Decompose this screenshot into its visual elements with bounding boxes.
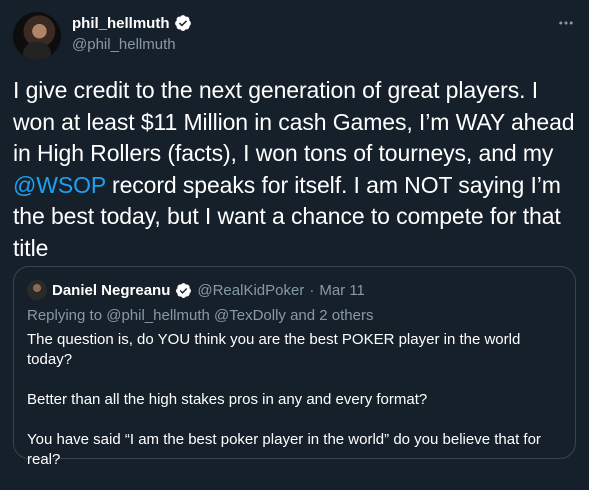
author-display-name[interactable]: phil_hellmuth — [72, 15, 170, 32]
quoted-tweet-header: Daniel Negreanu @RealKidPoker · Mar 11 — [27, 280, 365, 300]
quoted-handle: @RealKidPoker — [197, 281, 305, 299]
more-dots-icon — [559, 21, 573, 25]
quoted-verified-badge-icon — [176, 282, 192, 298]
replying-to: Replying to @phil_hellmuth @TexDolly and… — [27, 307, 374, 324]
avatar[interactable] — [13, 12, 61, 60]
quoted-paragraph: The question is, do YOU think you are th… — [27, 331, 521, 368]
quoted-avatar — [27, 280, 47, 300]
tweet: phil_hellmuth @phil_hellmuth I give cred… — [0, 0, 589, 470]
more-options-icon[interactable] — [555, 14, 577, 32]
mention-link[interactable]: @WSOP — [13, 172, 106, 198]
quoted-display-name: Daniel Negreanu — [52, 281, 171, 299]
quoted-paragraph: You have said “I am the best poker playe… — [27, 431, 541, 468]
quoted-paragraph: Better than all the high stakes pros in … — [27, 391, 428, 408]
tweet-header: phil_hellmuth @phil_hellmuth — [13, 12, 577, 60]
verified-badge-icon — [174, 15, 191, 31]
tweet-text-part1: I give credit to the next generation of … — [13, 77, 575, 166]
quoted-tweet[interactable]: Daniel Negreanu @RealKidPoker · Mar 11 R… — [13, 266, 576, 468]
author-name-row[interactable]: phil_hellmuth — [72, 14, 192, 32]
quoted-tweet-text: The question is, do YOU think you are th… — [27, 330, 562, 490]
quoted-separator: · — [309, 281, 315, 299]
author-handle[interactable]: @phil_hellmuth — [72, 36, 176, 53]
quoted-date: Mar 11 — [319, 281, 365, 299]
tweet-text: I give credit to the next generation of … — [13, 75, 578, 264]
